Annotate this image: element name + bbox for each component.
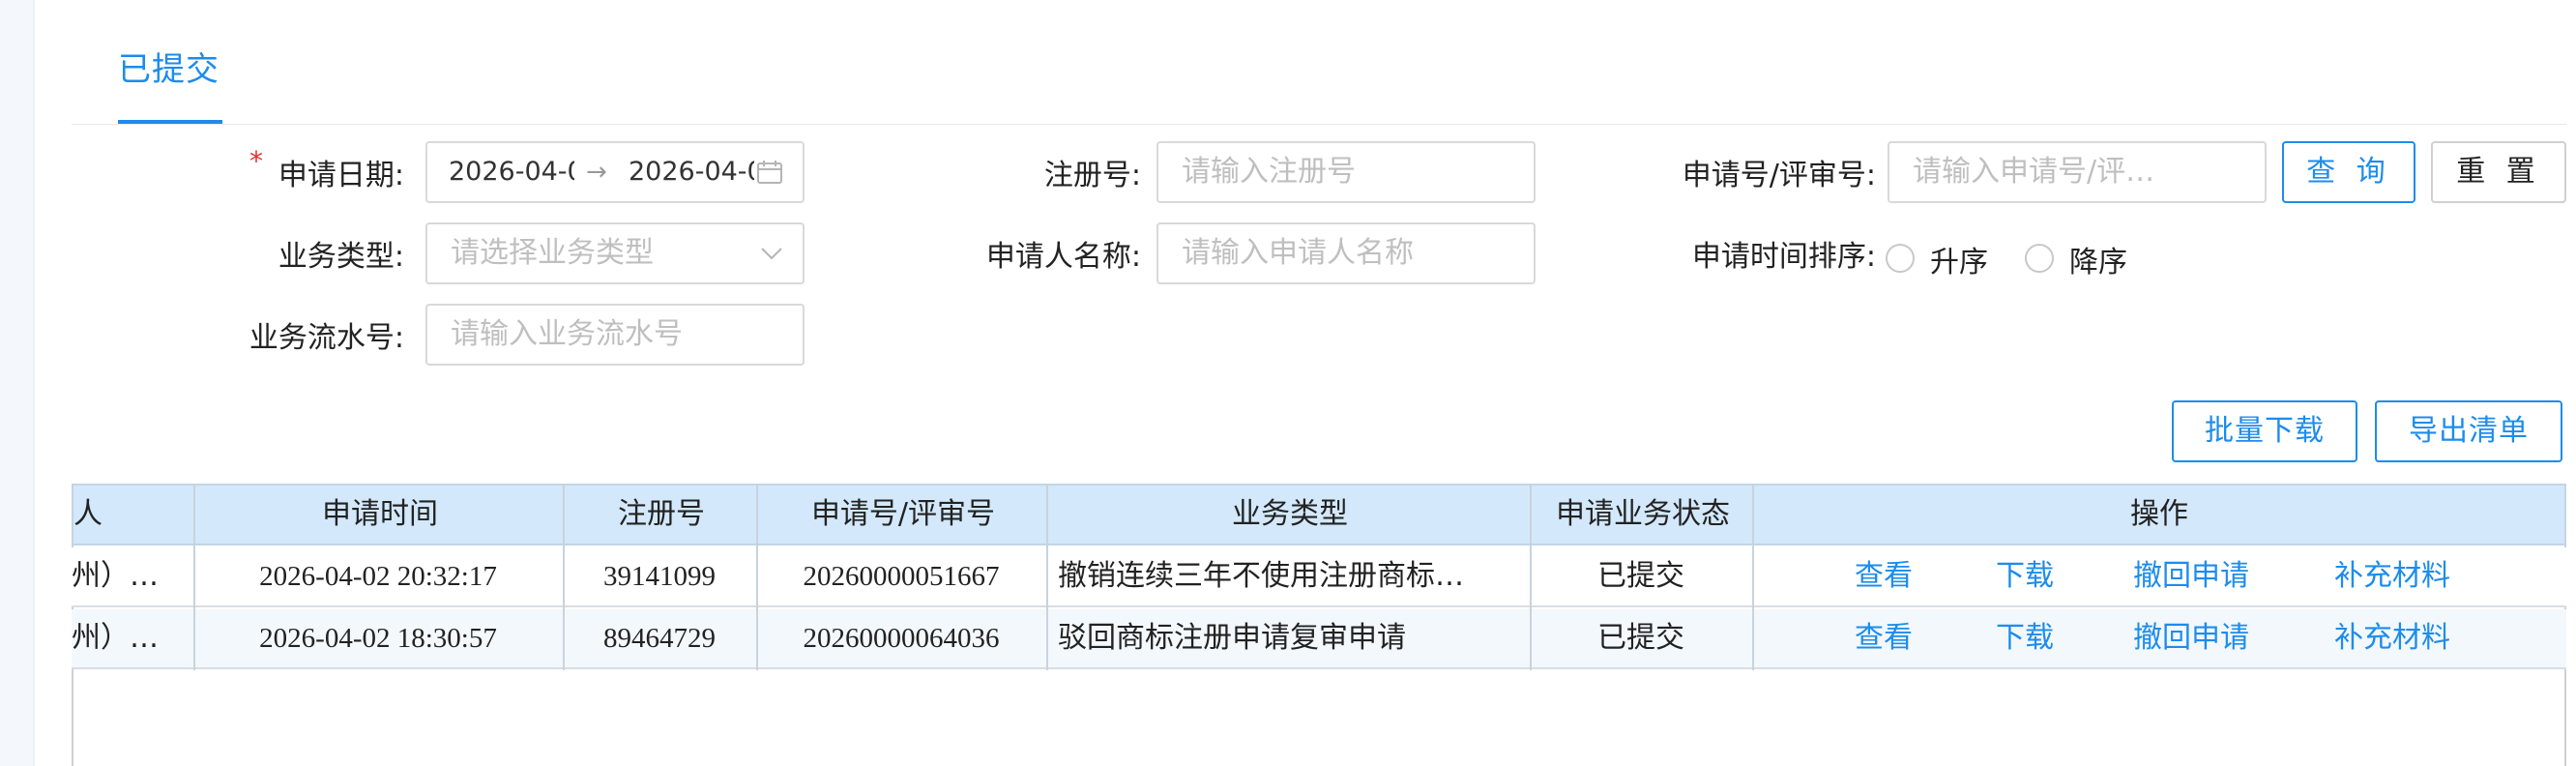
row-app-no: 20260000051667 xyxy=(803,561,1000,592)
row-status: 已提交 xyxy=(1597,559,1684,593)
apply-date-range-picker[interactable]: 2026-04-0 → 2026-04-0 xyxy=(425,141,805,203)
reg-no-label: 注册号: xyxy=(1043,159,1141,192)
reg-no-input[interactable]: 请输入注册号 xyxy=(1156,141,1536,203)
chevron-down-icon xyxy=(761,248,782,260)
column-divider xyxy=(563,484,565,670)
date-range-separator: → xyxy=(586,158,607,187)
biz-type-placeholder: 请选择业务类型 xyxy=(451,236,654,270)
table-header: 人 申请时间 注册号 申请号/评审号 业务类型 申请业务状态 操作 xyxy=(72,484,2566,545)
applicant-label: 申请人名称: xyxy=(985,240,1141,274)
serial-label: 业务流水号: xyxy=(249,321,404,355)
sort-desc-radio[interactable] xyxy=(2025,244,2054,273)
row-apply-time: 2026-04-02 18:30:57 xyxy=(259,623,497,654)
apply-date-start[interactable]: 2026-04-0 xyxy=(449,143,574,201)
col-app-no: 申请号/评审号 xyxy=(810,497,996,531)
biz-type-label: 业务类型: xyxy=(278,240,404,274)
column-divider xyxy=(1530,484,1532,670)
row-biz-type: 驳回商标注册申请复审申请 xyxy=(1058,621,1406,655)
column-divider xyxy=(1752,484,1754,670)
app-no-label: 申请号/评审号: xyxy=(1682,159,1876,192)
app-no-input[interactable]: 请输入申请号/评… xyxy=(1888,141,2267,203)
row-applicant: 州）… xyxy=(72,621,159,655)
supplement-link[interactable]: 补充材料 xyxy=(2334,547,2450,605)
applicant-input[interactable]: 请输入申请人名称 xyxy=(1156,222,1536,284)
serial-input[interactable]: 请输入业务流水号 xyxy=(425,304,805,366)
table-row: 州）… 2026-04-02 18:30:57 89464729 2026000… xyxy=(72,609,2566,669)
column-divider xyxy=(193,484,195,670)
batch-download-button[interactable]: 批量下载 xyxy=(2172,400,2357,462)
sort-label: 申请时间排序: xyxy=(1691,240,1876,274)
col-biz-type: 业务类型 xyxy=(1232,497,1348,531)
left-panel-strip xyxy=(0,0,33,766)
col-applicant: 人 xyxy=(73,497,102,531)
query-button[interactable]: 查 询 xyxy=(2282,141,2415,203)
row-reg-no: 89464729 xyxy=(603,623,716,654)
tab-divider xyxy=(72,124,2566,125)
row-app-no: 20260000064036 xyxy=(803,623,1000,654)
download-link[interactable]: 下载 xyxy=(1996,609,2054,667)
apply-date-label: 申请日期: xyxy=(278,159,404,192)
col-actions: 操作 xyxy=(2130,497,2188,531)
sort-asc-radio[interactable] xyxy=(1886,244,1915,273)
withdraw-link[interactable]: 撤回申请 xyxy=(2133,547,2249,605)
row-reg-no: 39141099 xyxy=(603,561,716,592)
apply-date-end[interactable]: 2026-04-0 xyxy=(629,143,754,201)
table-row: 州）… 2026-04-02 20:32:17 39141099 2026000… xyxy=(72,547,2566,607)
column-divider xyxy=(1046,484,1048,670)
row-biz-type: 撤销连续三年不使用注册商标… xyxy=(1058,559,1464,593)
calendar-icon xyxy=(757,161,782,184)
col-reg-no: 注册号 xyxy=(618,497,705,531)
biz-type-select[interactable]: 请选择业务类型 xyxy=(425,222,805,284)
withdraw-link[interactable]: 撤回申请 xyxy=(2133,609,2249,667)
col-status: 申请业务状态 xyxy=(1556,497,1730,531)
view-link[interactable]: 查看 xyxy=(1855,547,1913,605)
download-link[interactable]: 下载 xyxy=(1996,547,2054,605)
sort-desc-label[interactable]: 降序 xyxy=(2069,238,2127,280)
row-apply-time: 2026-04-02 20:32:17 xyxy=(259,561,497,592)
export-list-button[interactable]: 导出清单 xyxy=(2375,400,2562,462)
sort-asc-label[interactable]: 升序 xyxy=(1930,238,1988,280)
col-apply-time: 申请时间 xyxy=(322,497,438,531)
supplement-link[interactable]: 补充材料 xyxy=(2334,609,2450,667)
tab-submitted[interactable]: 已提交 xyxy=(118,43,220,90)
row-status: 已提交 xyxy=(1597,621,1684,655)
view-link[interactable]: 查看 xyxy=(1855,609,1913,667)
left-panel-border xyxy=(33,0,35,766)
column-divider xyxy=(756,484,758,670)
reset-button[interactable]: 重 置 xyxy=(2431,141,2566,203)
row-applicant: 州）… xyxy=(72,559,159,593)
